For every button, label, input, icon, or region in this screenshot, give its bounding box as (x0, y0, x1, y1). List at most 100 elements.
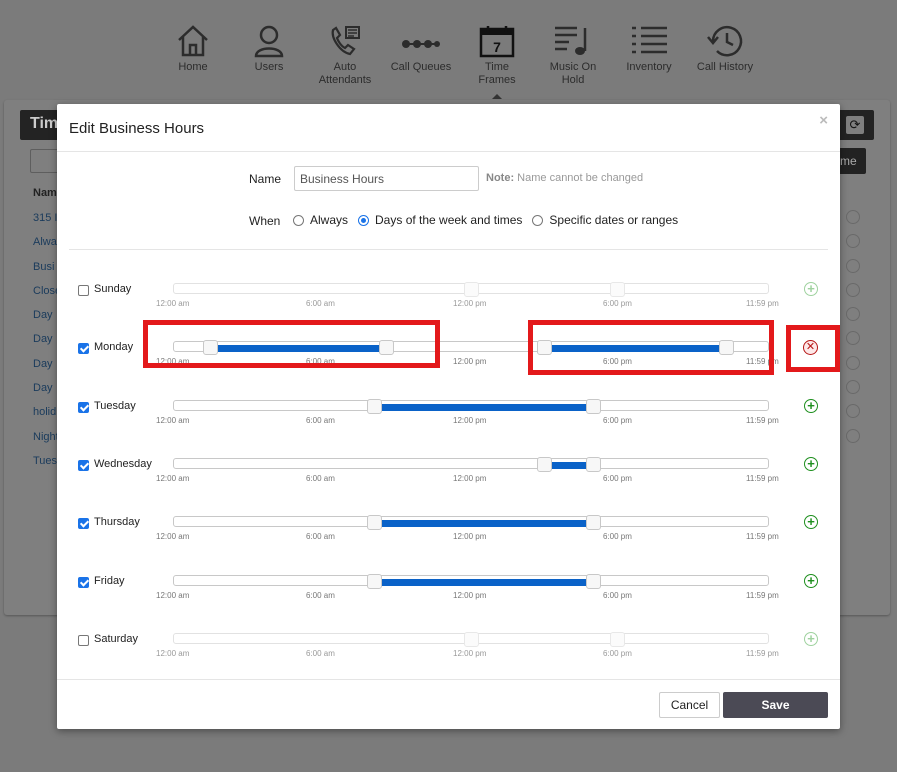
note-bold: Note: (486, 172, 515, 184)
cancel-button[interactable]: Cancel (659, 692, 720, 718)
day-checkbox[interactable] (78, 402, 89, 413)
delete-icon[interactable] (846, 282, 860, 297)
refresh-icon: ⟳ (846, 116, 864, 134)
close-icon[interactable]: × (819, 112, 828, 129)
background-name-button[interactable]: me (838, 148, 866, 174)
slider-handle[interactable] (367, 399, 382, 414)
tick-label: 12:00 pm (453, 591, 487, 600)
delete-icon[interactable] (846, 404, 860, 419)
day-row-wednesday: Wednesday 12:00 am 6:00 am 12:00 pm 6:00 pm 1… (57, 457, 840, 497)
tick-label: 12:00 am (156, 474, 190, 483)
background-column-header: Nam (33, 187, 57, 199)
slider-handle[interactable] (586, 574, 601, 589)
time-slider[interactable] (173, 457, 769, 472)
slider-handle[interactable] (464, 632, 479, 647)
name-label: Name (249, 172, 282, 186)
add-range-icon[interactable]: + (804, 574, 818, 588)
nav-time-frames[interactable]: 7 Time Frames (459, 24, 535, 99)
delete-icon[interactable] (846, 258, 860, 273)
time-slider[interactable] (173, 282, 769, 297)
refresh-button[interactable]: ⟳ (838, 110, 874, 140)
name-note: Note: Name cannot be changed (486, 172, 643, 184)
slider-handle[interactable] (610, 632, 625, 647)
main-nav: Home Users Auto Attendants Call Queues 7… (155, 24, 763, 99)
day-label: Sunday (94, 283, 132, 295)
day-checkbox[interactable] (78, 577, 89, 588)
add-range-icon[interactable]: + (804, 457, 818, 471)
delete-icon[interactable] (846, 307, 860, 322)
modal-footer: Cancel Save (57, 679, 840, 729)
tick-label: 6:00 am (306, 532, 335, 541)
time-slider[interactable] (173, 399, 769, 414)
save-button[interactable]: Save (723, 692, 828, 718)
slider-range (375, 579, 594, 586)
tick-label: 6:00 am (306, 416, 335, 425)
radio-specific-dates[interactable] (532, 214, 544, 226)
slider-handle[interactable] (367, 574, 382, 589)
slider-range (375, 404, 594, 411)
delete-icon[interactable] (846, 380, 860, 395)
day-label: Monday (94, 341, 134, 353)
tick-label: 11:59 pm (746, 416, 779, 425)
tick-label: 11:59 pm (746, 474, 779, 483)
nav-call-history[interactable]: Call History (687, 24, 763, 87)
back-button[interactable] (30, 149, 60, 173)
slider-handle[interactable] (610, 282, 625, 297)
nav-label: Users (254, 61, 284, 73)
when-days-option[interactable]: Days of the week and times (358, 213, 522, 227)
add-range-icon[interactable]: + (804, 632, 818, 646)
tick-label: 12:00 pm (453, 649, 487, 658)
nav-auto-attendants[interactable]: Auto Attendants (307, 24, 383, 87)
delete-icon[interactable] (846, 234, 860, 249)
tick-label: 6:00 am (306, 474, 335, 483)
nav-label: Call History (696, 61, 754, 73)
day-checkbox[interactable] (78, 635, 89, 646)
slider-handle[interactable] (367, 515, 382, 530)
tick-label: 12:00 pm (453, 299, 487, 308)
delete-icon[interactable] (846, 210, 860, 224)
nav-users[interactable]: Users (231, 24, 307, 87)
day-checkbox[interactable] (78, 285, 89, 296)
highlight-box (528, 320, 774, 375)
delete-icon[interactable] (846, 331, 860, 346)
when-always-option[interactable]: Always (293, 213, 348, 227)
when-specific-dates-option[interactable]: Specific dates or ranges (532, 213, 678, 227)
add-range-icon[interactable]: + (804, 515, 818, 529)
day-row-friday: Friday 12:00 am 6:00 am 12:00 pm 6:00 pm 11:5… (57, 574, 840, 614)
day-label: Friday (94, 575, 125, 587)
tick-label: 11:59 pm (746, 591, 779, 600)
add-range-icon[interactable]: + (804, 399, 818, 413)
nav-home[interactable]: Home (155, 24, 231, 87)
time-slider[interactable] (173, 574, 769, 589)
day-row-saturday: Saturday 12:00 am 6:00 am 12:00 pm 6:00 pm 11… (57, 632, 840, 672)
day-checkbox[interactable] (78, 343, 89, 354)
radio-label: Days of the week and times (375, 213, 523, 227)
slider-handle[interactable] (537, 457, 552, 472)
slider-handle[interactable] (586, 515, 601, 530)
nav-label: Time Frames (478, 61, 516, 86)
time-slider[interactable] (173, 515, 769, 530)
tick-label: 11:59 pm (746, 532, 779, 541)
delete-icon[interactable] (846, 428, 860, 443)
name-field[interactable] (294, 166, 479, 191)
list-icon (632, 26, 667, 54)
slider-handle[interactable] (586, 399, 601, 414)
tick-label: 12:00 pm (453, 474, 487, 483)
when-label: When (249, 214, 281, 228)
slider-handle[interactable] (586, 457, 601, 472)
add-range-icon[interactable]: + (804, 282, 818, 296)
nav-call-queues[interactable]: Call Queues (383, 24, 459, 87)
day-label: Tuesday (94, 400, 136, 412)
day-label: Saturday (94, 633, 139, 645)
slider-handle[interactable] (464, 282, 479, 297)
nav-label: Call Queues (390, 61, 452, 73)
radio-always[interactable] (293, 214, 304, 226)
delete-icon[interactable] (846, 355, 860, 370)
day-checkbox[interactable] (78, 518, 89, 529)
nav-inventory[interactable]: Inventory (611, 24, 687, 87)
radio-days-of-week[interactable] (358, 214, 370, 226)
nav-music-on-hold[interactable]: Music On Hold (535, 24, 611, 87)
day-checkbox[interactable] (78, 460, 89, 471)
phone-menu-icon (331, 26, 360, 56)
time-slider[interactable] (173, 632, 769, 647)
